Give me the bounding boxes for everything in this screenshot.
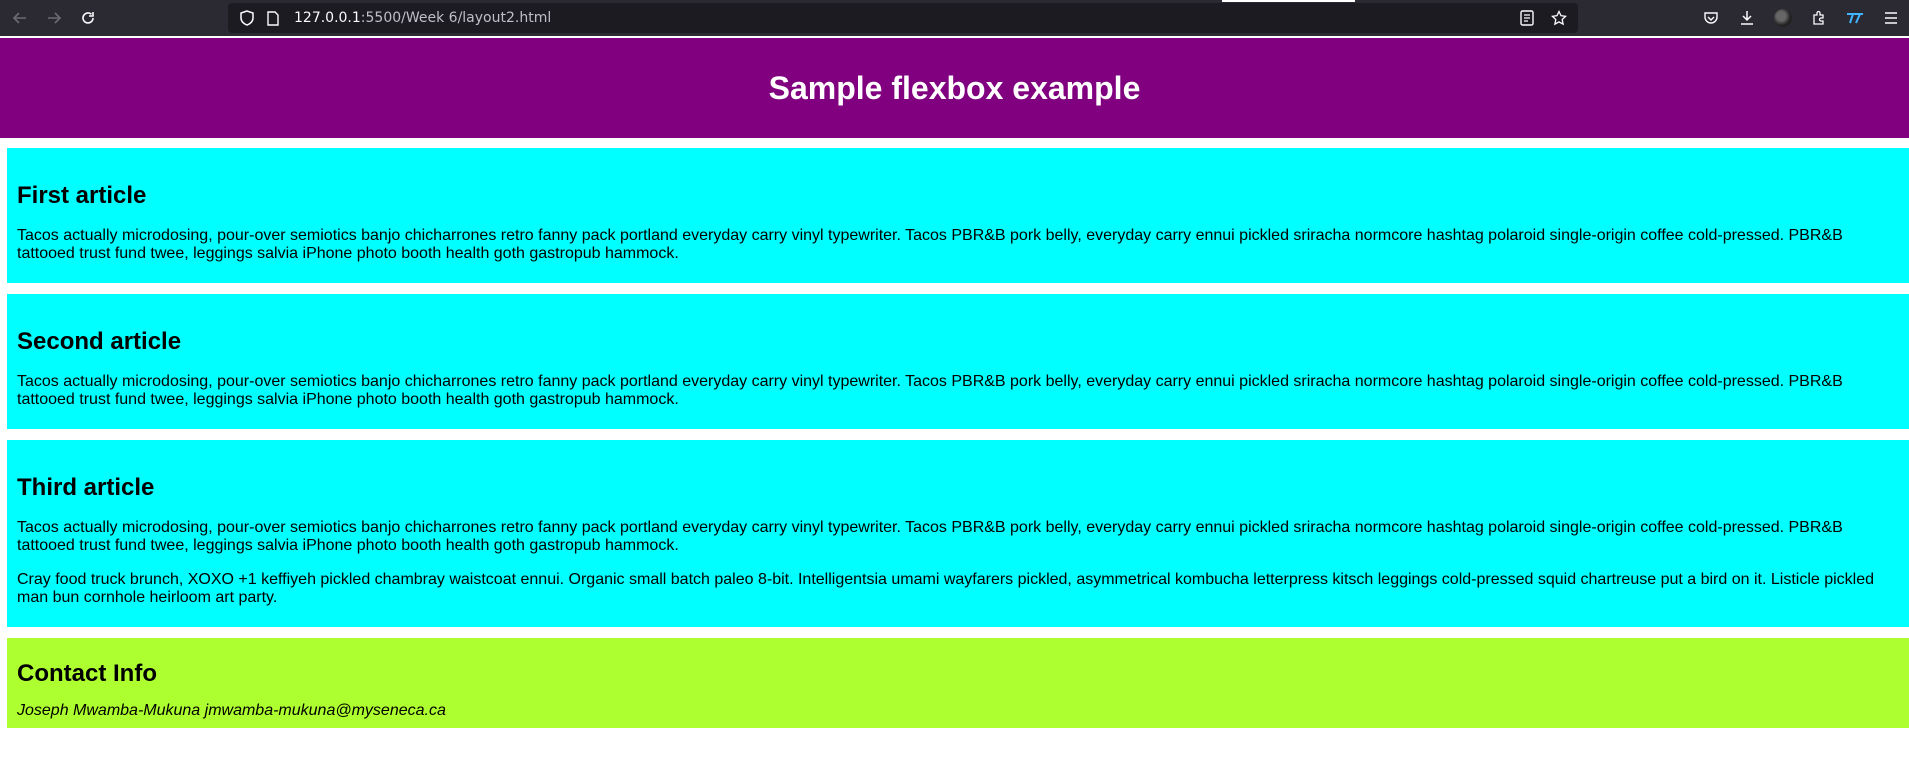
contact-title: Contact Info	[17, 660, 157, 687]
contact-footer: Contact Info Joseph Mwamba-Mukuna jmwamb…	[7, 638, 1909, 728]
article-second: Second article Tacos actually microdosin…	[7, 294, 1909, 429]
article-paragraph: Tacos actually microdosing, pour-over se…	[17, 519, 1843, 554]
shield-icon[interactable]	[236, 8, 258, 28]
site-header: Sample flexbox example	[0, 38, 1909, 138]
article-title: Third article	[17, 474, 155, 501]
article-third: Third article Tacos actually microdosing…	[7, 440, 1909, 627]
forward-arrow-icon[interactable]	[40, 4, 68, 32]
tab-indicator	[1222, 0, 1355, 2]
reader-view-icon[interactable]	[1516, 8, 1538, 28]
article-paragraph: Tacos actually microdosing, pour-over se…	[17, 227, 1843, 262]
back-arrow-icon[interactable]	[6, 4, 34, 32]
article-title: First article	[17, 182, 147, 209]
url-path: :5500/Week 6/layout2.html	[360, 10, 552, 26]
url-host: 127.0.0.1	[294, 10, 361, 26]
bookmark-star-icon[interactable]	[1548, 8, 1570, 28]
article-paragraph: Tacos actually microdosing, pour-over se…	[17, 373, 1843, 408]
download-icon[interactable]	[1729, 0, 1765, 36]
url-bar[interactable]: 127.0.0.1:5500/Week 6/layout2.html	[228, 3, 1578, 33]
avatar	[1774, 9, 1792, 27]
reload-icon[interactable]	[74, 4, 102, 32]
browser-toolbar: 127.0.0.1:5500/Week 6/layout2.html	[0, 0, 1909, 36]
article-title: Second article	[17, 328, 182, 355]
contact-text: Joseph Mwamba-Mukuna jmwamba-mukuna@myse…	[17, 702, 446, 719]
article-paragraph: Cray food truck brunch, XOXO +1 keffiyeh…	[17, 571, 1875, 606]
account-avatar[interactable]	[1765, 0, 1801, 36]
extensions-icon[interactable]	[1801, 0, 1837, 36]
pocket-icon[interactable]	[1693, 0, 1729, 36]
page-icon[interactable]	[262, 8, 284, 28]
extension-icon[interactable]	[1837, 0, 1873, 36]
article-first: First article Tacos actually microdosing…	[7, 148, 1909, 283]
menu-icon[interactable]	[1873, 0, 1909, 36]
page-content: Sample flexbox example First article Tac…	[0, 36, 1909, 777]
url-text[interactable]: 127.0.0.1:5500/Week 6/layout2.html	[294, 10, 551, 26]
articles-container: First article Tacos actually microdosing…	[0, 138, 1909, 627]
page-title: Sample flexbox example	[768, 69, 1141, 106]
